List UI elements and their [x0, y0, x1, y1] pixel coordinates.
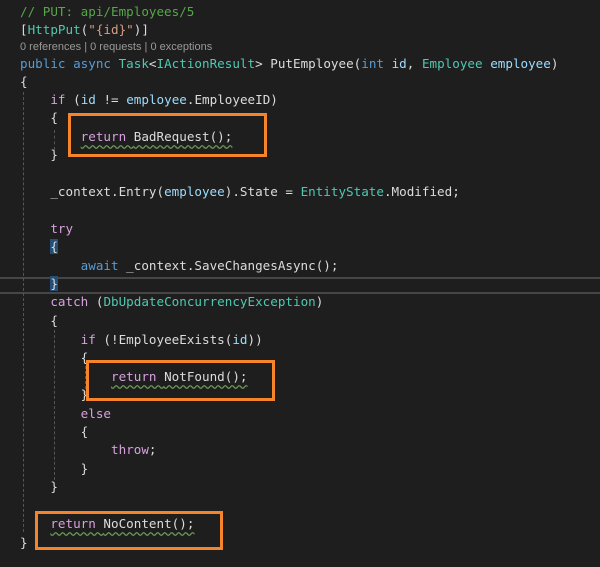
code-token: if	[80, 332, 104, 347]
code-line: }	[20, 460, 89, 478]
code-token: }	[20, 535, 28, 550]
code-line: public async Task<IActionResult> PutEmpl…	[20, 55, 558, 73]
code-token: <	[148, 56, 157, 71]
code-token: {	[20, 74, 28, 89]
code-token: "{id}"	[88, 22, 134, 37]
code-token: {	[20, 350, 89, 365]
code-token: employee	[490, 56, 551, 71]
code-line: {	[20, 312, 58, 330]
code-line: throw;	[20, 441, 157, 459]
current-line-top-border	[0, 277, 600, 279]
code-line: }	[20, 534, 28, 552]
code-token: {	[20, 313, 58, 328]
code-token: {	[20, 110, 58, 125]
code-token: Employee	[421, 56, 491, 71]
code-token: if	[50, 92, 74, 107]
code-line: {	[20, 109, 58, 127]
code-token: ,	[406, 56, 422, 71]
code-token: else	[80, 406, 112, 421]
code-token: }	[20, 387, 89, 402]
code-token: public async	[20, 56, 119, 71]
code-token: {	[50, 239, 58, 254]
code-line: await _context.SaveChangesAsync();	[20, 257, 339, 275]
highlight-box-notfound	[86, 360, 275, 401]
code-token: _context.SaveChangesAsync();	[126, 258, 339, 273]
code-line: {	[20, 423, 89, 441]
code-token: EntityState	[300, 184, 384, 199]
code-token: employee	[164, 184, 225, 199]
code-line: {	[20, 73, 28, 91]
code-line: catch (DbUpdateConcurrencyException)	[20, 293, 323, 311]
code-token: id	[232, 332, 248, 347]
code-token: IActionResult	[156, 56, 256, 71]
code-token: // PUT: api/Employees/5	[20, 4, 195, 19]
code-token: > PutEmployee(	[255, 56, 362, 71]
code-token: }	[20, 147, 58, 162]
code-token: int	[361, 56, 392, 71]
code-token: ).State =	[224, 184, 301, 199]
code-token: (	[73, 92, 81, 107]
code-token: !=	[95, 92, 127, 107]
code-token: {	[20, 424, 89, 439]
code-token: )	[315, 294, 324, 309]
code-token: id	[391, 56, 407, 71]
code-token: .Modified;	[383, 184, 460, 199]
code-line: }	[20, 146, 58, 164]
code-token: await	[80, 258, 127, 273]
code-line: {	[20, 238, 58, 256]
code-token: HttpPut	[27, 22, 81, 37]
code-token: }	[20, 461, 89, 476]
code-token: )	[550, 56, 559, 71]
code-token: employee	[126, 92, 187, 107]
code-token: .EmployeeID)	[186, 92, 278, 107]
code-token: ;	[148, 442, 157, 457]
code-token: try	[50, 221, 74, 236]
code-line: if (!EmployeeExists(id))	[20, 331, 263, 349]
code-token: }	[20, 479, 58, 494]
code-token: )]	[133, 22, 149, 37]
code-token: }	[50, 276, 58, 291]
code-line: else	[20, 405, 111, 423]
code-token: (!EmployeeExists(	[103, 332, 233, 347]
highlight-box-badrequest	[68, 113, 267, 157]
code-token: id	[80, 92, 96, 107]
code-line: [HttpPut("{id}")]	[20, 21, 149, 39]
code-token: ))	[247, 332, 263, 347]
code-line: }	[20, 478, 58, 496]
code-token: _context.Entry(	[20, 184, 165, 199]
code-lens[interactable]: 0 references | 0 requests | 0 exceptions	[20, 38, 212, 56]
code-editor[interactable]: // PUT: api/Employees/5 [HttpPut("{id}")]…	[0, 0, 600, 567]
code-line: }	[20, 275, 58, 293]
code-token: Task	[118, 56, 149, 71]
code-token: throw	[111, 442, 149, 457]
code-line: if (id != employee.EmployeeID)	[20, 91, 278, 109]
code-line: // PUT: api/Employees/5	[20, 3, 194, 21]
code-line: }	[20, 386, 89, 404]
code-line: {	[20, 349, 89, 367]
highlight-box-nocontent	[35, 511, 223, 550]
code-token: DbUpdateConcurrencyException	[103, 294, 316, 309]
code-token: catch	[50, 294, 96, 309]
code-line: try	[20, 220, 73, 238]
code-line: _context.Entry(employee).State = EntityS…	[20, 183, 460, 201]
code-token: [	[20, 22, 28, 37]
